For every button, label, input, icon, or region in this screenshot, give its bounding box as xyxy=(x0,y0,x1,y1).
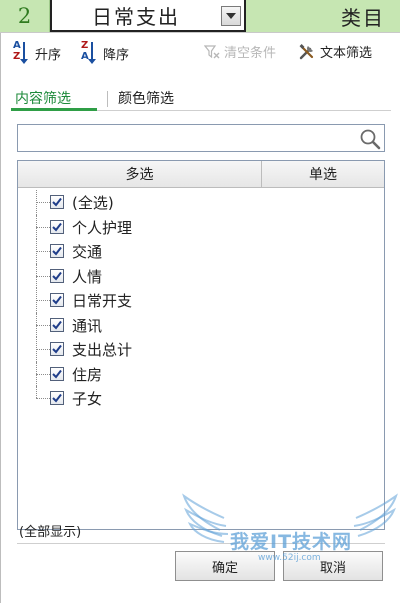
item-label: 人情 xyxy=(72,267,103,286)
value-list: (全选) 个人护理交通人情日常开支通讯支出总计住房子女 xyxy=(18,190,384,411)
filter-dropdown-button[interactable] xyxy=(221,6,241,26)
filter-column-cell[interactable]: 日常支出 xyxy=(50,0,246,32)
item-label: 日常开支 xyxy=(72,292,133,310)
cell-a-text: 日常支出 xyxy=(92,4,180,29)
tab-content-filter[interactable]: 内容筛选 xyxy=(15,88,71,108)
tree-connector xyxy=(36,337,50,362)
item-label: 交通 xyxy=(72,243,103,261)
sheet-header-row: 2 日常支出 类目 xyxy=(0,0,400,33)
multi-select-header[interactable]: 多选 xyxy=(18,161,262,187)
sort-ascending-icon: AZ xyxy=(13,40,31,64)
clear-conditions-label: 清空条件 xyxy=(224,46,277,61)
tree-connector xyxy=(36,263,50,288)
check-icon xyxy=(52,320,62,330)
list-item[interactable]: 人情 xyxy=(18,263,384,288)
search-input[interactable] xyxy=(17,124,385,152)
check-icon xyxy=(52,344,62,354)
sort-descending-button[interactable]: ZA 降序 xyxy=(81,40,130,64)
cell-b-text: 类目 xyxy=(341,5,385,30)
list-item[interactable]: 住房 xyxy=(18,361,384,386)
sort-descending-label: 降序 xyxy=(103,47,130,63)
filter-toolbar: AZ 升序 ZA 降序 清空条件 文本筛选 xyxy=(1,37,400,67)
item-checkbox[interactable] xyxy=(50,244,64,258)
text-filter-button[interactable]: 文本筛选 xyxy=(298,42,372,61)
tree-connector xyxy=(36,239,50,264)
list-item[interactable]: 个人护理 xyxy=(18,214,384,239)
list-header: 多选 单选 xyxy=(18,161,384,188)
tree-connector xyxy=(36,190,50,215)
tree-connector xyxy=(36,214,50,239)
item-checkbox[interactable] xyxy=(50,391,64,405)
row-number[interactable]: 2 xyxy=(0,0,50,32)
check-icon xyxy=(52,369,62,379)
item-checkbox[interactable] xyxy=(50,268,64,283)
list-item[interactable]: 支出总计 xyxy=(18,337,384,362)
tree-connector xyxy=(36,361,50,386)
tab-color-filter[interactable]: 颜色筛选 xyxy=(118,88,174,108)
sort-ascending-label: 升序 xyxy=(35,47,62,63)
list-item[interactable]: 通讯 xyxy=(18,312,384,337)
filter-popup: AZ 升序 ZA 降序 清空条件 文本筛选 内容筛选 颜色筛选 多选 单选 (全… xyxy=(0,33,400,603)
filter-tabs: 内容筛选 颜色筛选 xyxy=(11,85,391,111)
funnel-clear-icon xyxy=(204,44,220,60)
clear-conditions-button[interactable]: 清空条件 xyxy=(204,42,276,61)
check-icon xyxy=(52,393,62,403)
item-label: 个人护理 xyxy=(72,218,133,237)
watermark-url: www.52ij.com xyxy=(258,553,321,563)
chevron-down-icon xyxy=(226,13,236,19)
active-tab-indicator xyxy=(11,108,97,111)
item-checkbox[interactable] xyxy=(50,293,64,307)
item-label: 住房 xyxy=(72,365,103,384)
item-checkbox[interactable] xyxy=(50,195,64,209)
tools-icon xyxy=(298,43,316,61)
single-select-header[interactable]: 单选 xyxy=(262,161,384,187)
check-icon xyxy=(52,271,62,281)
check-icon xyxy=(52,197,62,207)
list-item[interactable]: (全选) xyxy=(18,190,384,215)
item-checkbox[interactable] xyxy=(50,219,64,234)
tree-connector xyxy=(36,312,50,337)
tree-connector xyxy=(36,288,50,313)
list-item[interactable]: 交通 xyxy=(18,239,384,264)
sort-ascending-button[interactable]: AZ 升序 xyxy=(13,40,62,64)
item-label: (全选) xyxy=(72,194,114,212)
item-checkbox[interactable] xyxy=(50,342,64,356)
item-label: 子女 xyxy=(72,390,103,408)
text-filter-label: 文本筛选 xyxy=(320,46,373,61)
value-list-panel: 多选 单选 (全选) 个人护理交通人情日常开支通讯支出总计住房子女 xyxy=(17,160,385,530)
item-label: 通讯 xyxy=(72,316,103,335)
tab-divider xyxy=(107,91,108,107)
check-icon xyxy=(52,246,62,256)
tree-connector xyxy=(36,386,50,411)
item-checkbox[interactable] xyxy=(50,317,64,332)
search-icon[interactable] xyxy=(359,128,381,150)
list-item[interactable]: 日常开支 xyxy=(18,288,384,313)
list-item[interactable]: 子女 xyxy=(18,386,384,411)
check-icon xyxy=(52,295,62,305)
check-icon xyxy=(52,222,62,232)
item-checkbox[interactable] xyxy=(50,366,64,381)
item-label: 支出总计 xyxy=(72,341,133,359)
column-b-cell[interactable]: 类目 xyxy=(246,0,400,32)
status-text: (全部显示) xyxy=(19,525,82,540)
watermark-text: 我爱IT技术网 xyxy=(230,531,353,553)
sort-descending-icon: ZA xyxy=(81,40,99,64)
